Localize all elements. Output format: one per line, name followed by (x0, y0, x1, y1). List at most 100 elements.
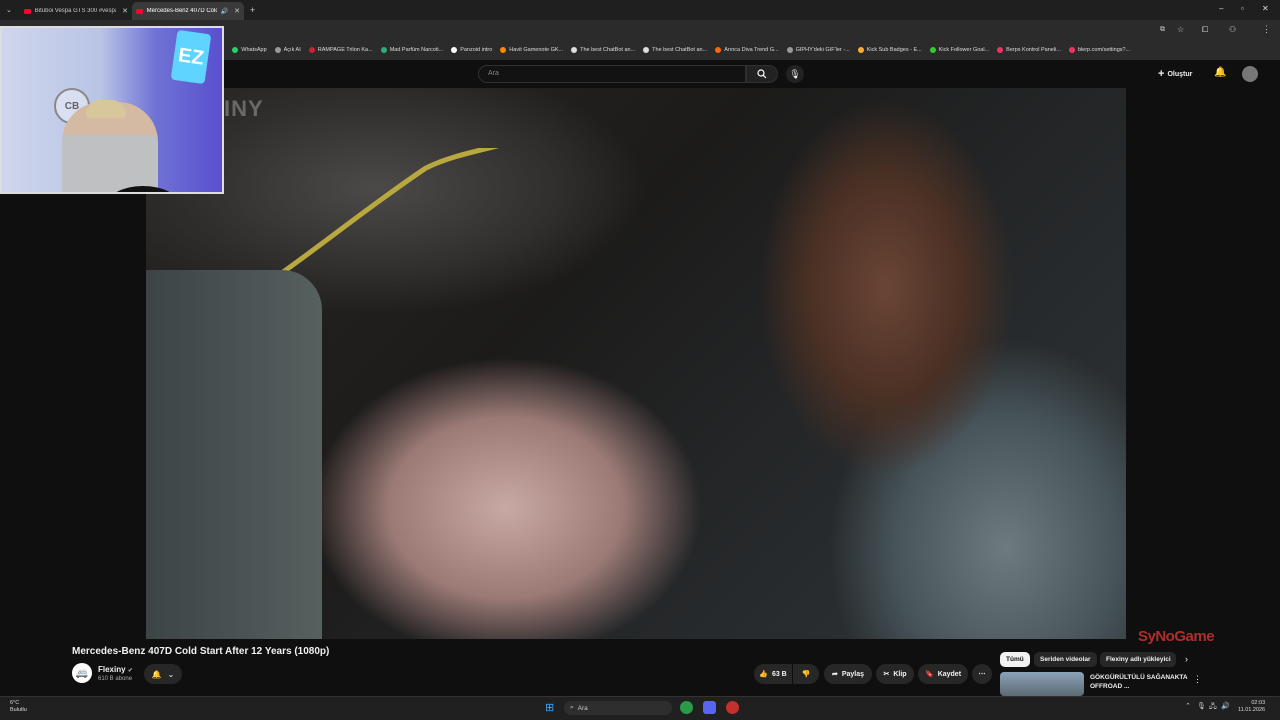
cast-icon[interactable]: ⧉ (1160, 26, 1165, 34)
scissors-icon: ✂ (883, 671, 890, 678)
neon-sign: EZ (170, 29, 212, 85)
bookmark-favicon-icon (274, 47, 281, 53)
channel-name[interactable]: Flexiny ✔ (98, 665, 133, 674)
search-icon (757, 69, 767, 79)
taskbar-search[interactable]: ⌕ Ara (564, 701, 672, 715)
bookmark-favicon-icon (1068, 47, 1075, 53)
bookmark-item[interactable]: WhatsApp (232, 47, 267, 53)
chrome-icon[interactable] (680, 701, 693, 714)
bookmark-favicon-icon (500, 47, 507, 53)
more-actions-button[interactable]: ⋯ (972, 664, 992, 684)
search-input[interactable]: Ara (478, 65, 746, 83)
discord-icon[interactable] (703, 701, 716, 714)
recommended-title[interactable]: GÖKGÜRÜLTÜLÜ SAĞANAKTA OFFROAD ... (1090, 673, 1190, 691)
create-button[interactable]: + Oluştur (1158, 66, 1192, 82)
dislike-button[interactable]: 👎 (793, 664, 819, 684)
tab-vespa[interactable]: Bituboi Vespa GTS 300 #vespagi ✕ (20, 2, 132, 20)
youtube-favicon-icon (136, 8, 143, 14)
create-label: Oluştur (1167, 70, 1193, 78)
streamer-cap (86, 100, 126, 118)
search-icon: ⌕ (570, 704, 574, 711)
subscriber-count: 610 B abone (98, 676, 133, 682)
bookmark-item[interactable]: Kick Sub Badges - E... (857, 47, 922, 53)
bookmark-item[interactable]: blerp.com/settings?... (1068, 47, 1130, 53)
close-icon[interactable]: ✕ (234, 7, 240, 15)
clip-button[interactable]: ✂ Klip (876, 664, 914, 684)
tab-strip: ⌄ Bituboi Vespa GTS 300 #vespagi ✕ Merce… (0, 0, 1280, 20)
system-clock[interactable]: 02:03 11.01.2026 (1238, 700, 1265, 714)
bookmark-item[interactable]: GIPHY'deki GIF'ler -... (786, 47, 850, 53)
bookmark-favicon-icon (786, 47, 793, 53)
save-button[interactable]: 🔖 Kaydet (918, 664, 968, 684)
verified-icon: ✔ (127, 668, 133, 674)
mic-tray-icon[interactable]: 🎙 (1197, 702, 1206, 710)
chevron-right-icon[interactable]: › (1185, 654, 1188, 664)
new-tab-button[interactable]: + (250, 5, 255, 15)
video-frame-sleeve (146, 270, 322, 639)
bookmark-item[interactable]: The best ChatBot an... (643, 47, 707, 53)
tab-menu-icon[interactable]: ⌄ (6, 6, 16, 14)
minimize-icon[interactable]: – (1219, 4, 1223, 13)
profile-icon[interactable]: ⚇ (1229, 25, 1236, 34)
network-icon[interactable]: 🖧 (1209, 702, 1217, 713)
channel-avatar[interactable]: 🚐 (72, 663, 92, 683)
bookmark-item[interactable]: Panzoid intro (451, 47, 492, 53)
avatar[interactable] (1242, 66, 1258, 82)
bookmark-favicon-icon (997, 47, 1004, 53)
like-button[interactable]: 👍 63 B (754, 664, 792, 684)
star-icon[interactable]: ☆ (1177, 25, 1184, 34)
bookmark-item[interactable]: Arınca Diva Trend G... (715, 47, 779, 53)
stream-logo: SyNoGame (1138, 628, 1215, 645)
volume-icon[interactable]: 🔊 (1221, 702, 1230, 710)
tray-chevron-icon[interactable]: ⌃ (1185, 702, 1191, 710)
bookmark-item[interactable]: RAMPAGE Trilon Ka... (308, 47, 373, 53)
bookmark-item[interactable]: Mad Parfüm Narcoti... (380, 47, 443, 53)
bookmark-favicon-icon (308, 47, 315, 53)
tab-label: Mercedes-Benz 407D Cold (146, 8, 217, 14)
maximize-icon[interactable]: ▫ (1241, 4, 1244, 13)
chip-series[interactable]: Seriden videolar (1034, 652, 1097, 667)
mic-button[interactable]: 🎙 (786, 65, 804, 83)
bookmark-item[interactable]: Berps Kontrol Paneli... (997, 47, 1061, 53)
share-button[interactable]: ➦ Paylaş (824, 664, 872, 684)
bell-icon: 🔔 (151, 669, 162, 679)
tab-mercedes[interactable]: Mercedes-Benz 407D Cold 🔊 ✕ (132, 2, 244, 20)
like-count: 63 B (771, 670, 787, 678)
audio-icon[interactable]: 🔊 (221, 8, 228, 15)
thumbs-up-icon: 👍 (759, 671, 768, 678)
plus-icon: + (1158, 68, 1165, 80)
bookmark-favicon-icon (451, 47, 458, 53)
youtube-favicon-icon (24, 8, 31, 14)
more-icon[interactable]: ⋮ (1193, 674, 1202, 685)
windows-start-icon[interactable]: ⊞ (545, 701, 554, 714)
bookmark-item[interactable]: Havit Gamenote GK... (500, 47, 563, 53)
bell-icon[interactable]: 🔔 (1214, 67, 1226, 78)
bookmark-favicon-icon (643, 47, 650, 53)
chip-uploader[interactable]: Flexiny adlı yükleyici (1100, 652, 1176, 667)
thumbs-down-icon: 👎 (801, 671, 811, 678)
weather-widget[interactable]: 6°C Bulutlu (10, 700, 27, 714)
webcam-overlay: EZ CB (0, 26, 224, 194)
close-icon[interactable]: ✕ (122, 7, 128, 15)
recommended-thumbnail[interactable] (1000, 672, 1084, 696)
bookmark-favicon-icon (380, 47, 387, 53)
video-title: Mercedes-Benz 407D Cold Start After 12 Y… (72, 646, 330, 657)
mic-icon: 🎙 (789, 68, 801, 79)
extensions-icon[interactable]: ⧠ (1202, 25, 1208, 35)
bookmark-favicon-icon (715, 47, 722, 53)
bookmark-item[interactable]: Açık AI (274, 47, 301, 53)
chevron-down-icon: ⌄ (167, 669, 175, 679)
bookmark-icon: 🔖 (924, 671, 934, 678)
share-icon: ➦ (831, 671, 838, 678)
more-icon: ⋯ (978, 671, 986, 678)
app-icon[interactable] (726, 701, 739, 714)
chip-all[interactable]: Tümü (1000, 652, 1030, 667)
bookmark-favicon-icon (571, 47, 578, 53)
bookmark-favicon-icon (232, 47, 239, 53)
browser-menu-icon[interactable]: ⋮ (1262, 24, 1271, 35)
window-close-icon[interactable]: ✕ (1262, 4, 1269, 13)
bookmark-item[interactable]: Kick Follower Goal... (929, 47, 989, 53)
search-button[interactable] (746, 65, 778, 83)
subscribe-bell-button[interactable]: 🔔 ⌄ (144, 664, 182, 684)
bookmark-item[interactable]: The best ChatBot an... (571, 47, 635, 53)
